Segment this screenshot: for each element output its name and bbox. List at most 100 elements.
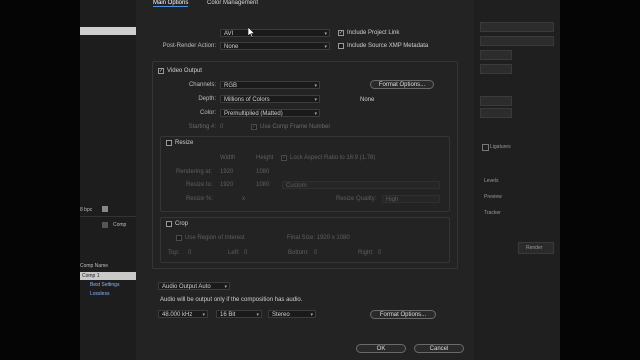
crop-bottom-label: Bottom: xyxy=(288,250,309,256)
audio-output-dropdown[interactable]: Audio Output Auto ▾ xyxy=(158,282,230,290)
resize-to-value: Custom xyxy=(286,183,307,189)
chevron-down-icon: ▾ xyxy=(324,44,327,50)
crop-right-value[interactable]: 0 xyxy=(378,250,381,256)
color-label: Color: xyxy=(199,110,216,116)
video-output-checkbox[interactable]: ✓ xyxy=(158,68,164,74)
include-xmp-checkbox[interactable] xyxy=(338,43,344,49)
levels-panel-tab[interactable]: Levels xyxy=(484,178,498,184)
chevron-down-icon: ▾ xyxy=(256,312,259,318)
crop-top-label: Top: xyxy=(168,250,180,256)
use-roi-checkbox[interactable] xyxy=(176,235,182,241)
comp-name-header: Comp Name xyxy=(80,263,109,269)
right-dark-edge xyxy=(560,0,640,360)
use-roi-label: Use Region of Interest xyxy=(185,235,245,241)
starting-value: 0 xyxy=(220,124,224,130)
tab-main-options[interactable]: Main Options xyxy=(153,0,189,7)
left-dark-edge xyxy=(0,0,80,360)
vertical-scale-field[interactable] xyxy=(480,96,512,106)
format-value: AVI xyxy=(224,31,234,37)
width-header: Width xyxy=(220,155,236,161)
use-comp-frame-label: Use Comp Frame Number xyxy=(260,124,331,130)
chevron-down-icon: ▾ xyxy=(224,284,227,290)
crop-bottom-value[interactable]: 0 xyxy=(314,250,317,256)
crop-left-value[interactable]: 0 xyxy=(244,250,247,256)
audio-bit-dropdown[interactable]: 16 Bit ▾ xyxy=(216,310,262,318)
selected-project-row xyxy=(80,27,136,35)
post-render-dropdown[interactable]: None ▾ xyxy=(220,42,330,50)
color-dropdown[interactable]: Premultiplied (Matted) ▾ xyxy=(220,109,320,117)
resize-to-height[interactable]: 1080 xyxy=(256,182,269,188)
use-comp-frame-checkbox[interactable]: ✓ xyxy=(251,124,257,130)
ligatures-label: Ligatures xyxy=(490,144,511,150)
rendering-height: 1080 xyxy=(256,169,270,175)
lock-aspect-checkbox[interactable]: ✓ xyxy=(281,155,287,161)
crop-top-value[interactable]: 0 xyxy=(188,250,191,256)
include-project-link-checkbox[interactable]: ✓ xyxy=(338,30,344,36)
resize-checkbox[interactable] xyxy=(166,140,172,146)
codec-value: None xyxy=(360,97,375,103)
channels-value: RGB xyxy=(224,83,238,89)
crop-right-label: Right: xyxy=(358,250,374,256)
include-xmp-label: Include Source XMP Metadata xyxy=(347,43,429,49)
include-project-link-label: Include Project Link xyxy=(347,30,400,36)
resize-pct-x: x xyxy=(242,196,245,202)
resize-to-width[interactable]: 1920 xyxy=(220,182,233,188)
baseline-field[interactable] xyxy=(480,108,512,118)
starting-label: Starting #: xyxy=(188,124,216,130)
chevron-down-icon: ▾ xyxy=(310,312,313,318)
audio-output-value: Audio Output Auto xyxy=(162,284,211,290)
channels-dropdown[interactable]: RGB ▾ xyxy=(220,81,320,89)
render-queue-item-label: Comp 1 xyxy=(82,273,100,279)
right-background-panel: Ligatures Levels Preview Tracker Render xyxy=(474,0,560,360)
left-background-panel: 8 bpc Comp Comp Name Comp 1 Best Setting… xyxy=(80,0,136,360)
chevron-down-icon: ▾ xyxy=(314,83,317,89)
chevron-down-icon: ▾ xyxy=(202,312,205,318)
mouse-cursor-icon xyxy=(248,27,256,38)
font-family-field[interactable] xyxy=(480,22,554,32)
tab-color-management[interactable]: Color Management xyxy=(207,0,258,6)
resize-to-dropdown[interactable]: Custom xyxy=(282,181,440,189)
trash-icon[interactable] xyxy=(102,206,108,212)
video-output-label: Video Output xyxy=(167,68,202,74)
audio-channels-value: Stereo xyxy=(272,312,290,318)
ok-button[interactable]: OK xyxy=(356,344,406,353)
channels-label: Channels: xyxy=(188,82,216,88)
color-value: Premultiplied (Matted) xyxy=(224,111,283,117)
format-dropdown[interactable]: AVI ▾ xyxy=(220,29,330,37)
resize-to-label: Resize to: xyxy=(186,182,213,188)
ligatures-checkbox[interactable] xyxy=(482,144,489,151)
render-settings-link[interactable]: Best Settings xyxy=(90,282,119,288)
cancel-button[interactable]: Cancel xyxy=(414,344,464,353)
lock-aspect-label: Lock Aspect Ratio to 16:9 (1.78) xyxy=(290,155,376,161)
audio-channels-dropdown[interactable]: Stereo ▾ xyxy=(268,310,316,318)
crop-left-label: Left: xyxy=(228,250,240,256)
output-module-settings-dialog: Main Options Color Management Format: AV… xyxy=(136,0,474,360)
audio-format-options-button[interactable]: Format Options... xyxy=(370,310,436,319)
depth-value: Millions of Colors xyxy=(224,97,270,103)
audio-note: Audio will be output only if the composi… xyxy=(160,297,303,303)
resize-quality-label: Resize Quality: xyxy=(336,196,377,202)
audio-rate-dropdown[interactable]: 48.000 kHz ▾ xyxy=(158,310,208,318)
comp-icon xyxy=(102,222,108,228)
video-format-options-button[interactable]: Format Options... xyxy=(370,80,434,89)
bpc-label[interactable]: 8 bpc xyxy=(80,207,92,213)
crop-label: Crop xyxy=(175,221,189,227)
rendering-at-label: Rendering at: xyxy=(176,169,213,175)
preview-panel-tab[interactable]: Preview xyxy=(484,194,502,200)
kerning-field[interactable] xyxy=(480,64,512,74)
crop-checkbox[interactable] xyxy=(166,221,172,227)
chevron-down-icon: ▾ xyxy=(314,111,317,117)
depth-dropdown[interactable]: Millions of Colors ▾ xyxy=(220,95,320,103)
font-size-field[interactable] xyxy=(480,50,512,60)
output-module-link[interactable]: Lossless xyxy=(90,291,109,297)
resize-label: Resize xyxy=(175,140,194,146)
height-header: Height xyxy=(256,155,274,161)
resize-quality-dropdown[interactable]: High xyxy=(382,195,440,203)
chevron-down-icon: ▾ xyxy=(324,31,327,37)
rendering-width: 1920 xyxy=(220,169,234,175)
divider xyxy=(80,216,136,217)
font-style-field[interactable] xyxy=(480,36,554,46)
tracker-panel-tab[interactable]: Tracker xyxy=(484,210,501,216)
render-button-label: Render xyxy=(526,245,543,251)
audio-bit-value: 16 Bit xyxy=(220,312,236,318)
